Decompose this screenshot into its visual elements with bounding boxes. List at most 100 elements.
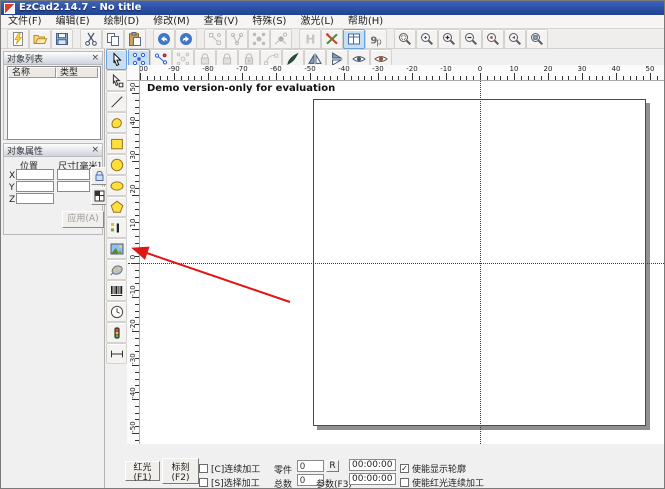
continuous-checkbox-row[interactable]: [C]连续加工 xyxy=(199,462,260,475)
zoom-window-button[interactable] xyxy=(394,29,416,49)
axis-label-y: Y xyxy=(9,183,15,193)
object-list-header: 对象列表 × xyxy=(4,52,102,65)
zoom-out-icon xyxy=(463,31,479,47)
curve-button[interactable] xyxy=(106,112,127,133)
app-icon xyxy=(4,3,15,14)
hatch-button[interactable]: H xyxy=(299,29,321,49)
polygon-button[interactable] xyxy=(106,196,127,217)
hruler-label--40: -40 xyxy=(338,65,349,73)
apply-button[interactable]: 应用(A) xyxy=(62,211,104,228)
continuous-label: [C]连续加工 xyxy=(211,462,260,475)
continuous-checkbox[interactable] xyxy=(199,464,208,473)
menu-item-file[interactable]: 文件(F) xyxy=(1,15,49,28)
circle-button[interactable] xyxy=(106,154,127,175)
position-x-input[interactable] xyxy=(16,169,54,180)
zoom-pan-button[interactable] xyxy=(416,29,438,49)
zoom-previous-button[interactable] xyxy=(504,29,526,49)
io-signal-button[interactable] xyxy=(106,322,127,343)
node-edit-button[interactable] xyxy=(106,70,127,91)
vruler-label--10: -10 xyxy=(129,285,137,297)
node-edit-c-button[interactable] xyxy=(248,29,270,49)
object-property-toggle-button[interactable]: 9p xyxy=(365,29,387,49)
column-header-type[interactable]: 类型 xyxy=(56,67,98,78)
red-continuous-checkbox-row[interactable]: 使能红光连续加工 xyxy=(400,476,484,489)
vector-file-button[interactable] xyxy=(106,259,127,280)
hruler-label--100: -100 xyxy=(140,65,148,73)
zoom-window-icon xyxy=(397,31,413,47)
new-button[interactable] xyxy=(7,29,29,49)
paste-button[interactable] xyxy=(124,29,146,49)
menu-item-view[interactable]: 查看(V) xyxy=(197,15,246,28)
new-icon xyxy=(10,31,26,47)
delay-button[interactable] xyxy=(106,301,127,322)
node-edit-b-button[interactable] xyxy=(226,29,248,49)
position-z-input[interactable] xyxy=(16,193,54,204)
delay-icon xyxy=(109,304,125,320)
lock-aspect-button[interactable] xyxy=(91,167,107,185)
part-count-input[interactable] xyxy=(297,460,324,472)
hruler-label--50: -50 xyxy=(304,65,315,73)
title-bar[interactable]: EzCad2.14.7 - No title xyxy=(1,1,665,15)
red-continuous-label: 使能红光连续加工 xyxy=(412,476,484,489)
reset-part-button[interactable]: R xyxy=(326,460,339,472)
red-continuous-checkbox[interactable] xyxy=(400,478,409,487)
param-button[interactable]: 参数(F3) xyxy=(316,477,352,489)
select-process-checkbox[interactable] xyxy=(199,478,208,487)
ellipse-button[interactable] xyxy=(106,175,127,196)
red-light-button[interactable]: 红光(F1) xyxy=(125,461,160,481)
save-button[interactable] xyxy=(51,29,73,49)
copy-icon xyxy=(105,31,121,47)
hruler-label-0: 0 xyxy=(478,65,482,73)
window-title: EzCad2.14.7 - No title xyxy=(19,1,141,15)
menu-item-help[interactable]: 帮助(H) xyxy=(341,15,390,28)
object-property-title: 对象属性 xyxy=(7,144,43,157)
cut-button[interactable] xyxy=(80,29,102,49)
bitmap-button[interactable] xyxy=(106,238,127,259)
spiral-button[interactable] xyxy=(106,343,127,364)
zoom-selection-button[interactable] xyxy=(482,29,504,49)
select-process-checkbox-row[interactable]: [S]选择加工 xyxy=(199,476,260,489)
text-button[interactable]: I xyxy=(106,217,127,238)
node-edit-c-icon xyxy=(251,31,267,47)
menu-item-draw[interactable]: 绘制(D) xyxy=(97,15,147,28)
position-y-input[interactable] xyxy=(16,181,54,192)
show-contour-checkbox-row[interactable]: ✓ 使能显示轮廓 xyxy=(400,462,466,475)
size-y-input[interactable] xyxy=(57,181,90,192)
vruler-label-20: 20 xyxy=(129,183,137,195)
zoom-pan-icon xyxy=(419,31,435,47)
line-button[interactable] xyxy=(106,91,127,112)
tools-button[interactable] xyxy=(321,29,343,49)
menu-item-special[interactable]: 特殊(S) xyxy=(245,15,293,28)
barcode-button[interactable] xyxy=(106,280,127,301)
menu-item-modify[interactable]: 修改(M) xyxy=(146,15,196,28)
rectangle-button[interactable] xyxy=(106,133,127,154)
object-list-title: 对象列表 xyxy=(7,52,43,65)
close-icon[interactable]: × xyxy=(91,145,99,155)
hruler-label-10: 10 xyxy=(510,65,519,73)
close-icon[interactable]: × xyxy=(91,53,99,63)
redo-button[interactable] xyxy=(175,29,197,49)
axis-label-x: X xyxy=(9,171,15,181)
object-list[interactable]: 名称 类型 xyxy=(7,66,101,140)
open-button[interactable] xyxy=(29,29,51,49)
zoom-in-button[interactable] xyxy=(438,29,460,49)
mark-button[interactable]: 标刻(F2) xyxy=(162,458,199,484)
svg-text:H: H xyxy=(305,32,315,46)
column-header-name[interactable]: 名称 xyxy=(8,67,56,78)
show-contour-checkbox[interactable]: ✓ xyxy=(400,464,409,473)
zoom-all-button[interactable] xyxy=(526,29,548,49)
size-x-input[interactable] xyxy=(57,169,90,180)
array-grid-button[interactable] xyxy=(91,187,107,205)
rectangle-icon xyxy=(109,136,125,152)
select-button[interactable] xyxy=(106,49,127,70)
hruler-label--20: -20 xyxy=(406,65,417,73)
copy-button[interactable] xyxy=(102,29,124,49)
node-edit-d-button[interactable] xyxy=(270,29,292,49)
zoom-out-button[interactable] xyxy=(460,29,482,49)
node-edit-a-button[interactable] xyxy=(204,29,226,49)
undo-button[interactable] xyxy=(153,29,175,49)
menu-item-edit[interactable]: 编辑(E) xyxy=(49,15,97,28)
object-list-toggle-button[interactable] xyxy=(343,29,365,49)
menu-item-laser[interactable]: 激光(L) xyxy=(293,15,340,28)
polygon-icon xyxy=(109,199,125,215)
